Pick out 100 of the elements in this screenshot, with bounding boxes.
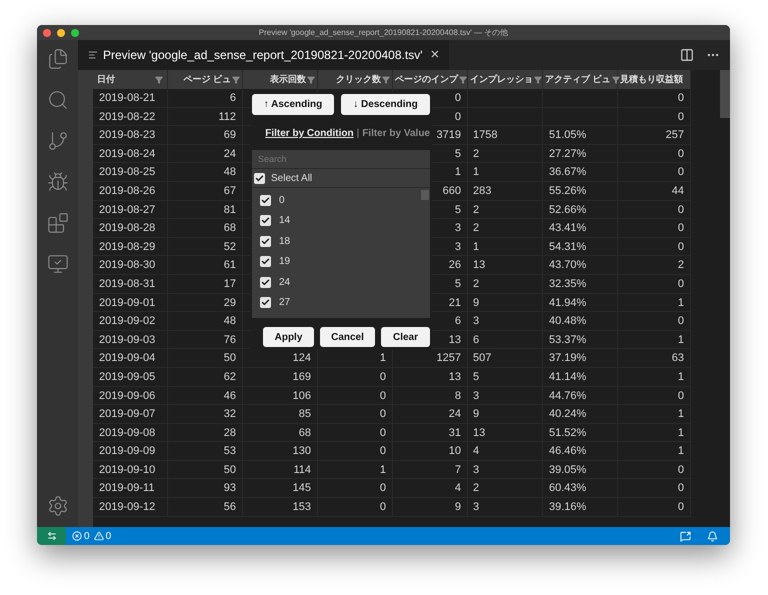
table-cell: 2019-08-27: [99, 204, 156, 216]
table-cell: 68: [224, 222, 236, 234]
table-cell: 6: [473, 334, 480, 346]
table-cell: 32: [224, 408, 236, 420]
checkbox[interactable]: [260, 297, 271, 308]
column-header[interactable]: 日付: [93, 70, 168, 89]
table-cell: 13: [448, 334, 461, 346]
window-title: Preview 'google_ad_sense_report_20190821-20200408.tsv' — その他: [258, 27, 510, 39]
value-option[interactable]: 14: [279, 213, 290, 228]
column-header[interactable]: クリック数: [318, 70, 393, 89]
list-scrollbar-thumb[interactable]: [421, 190, 429, 200]
table-cell: 46: [224, 390, 236, 402]
sort-button[interactable]: ↓ Descending: [341, 94, 430, 115]
checkbox[interactable]: [260, 276, 271, 288]
table-cell: 2019-09-02: [99, 315, 156, 328]
column-header[interactable]: ページ ビュ: [168, 70, 243, 89]
warning-icon: [94, 531, 104, 541]
scrollbar-thumb[interactable]: [720, 70, 730, 118]
filter-icon[interactable]: [459, 76, 467, 84]
table-cell: 40.24%: [549, 408, 586, 420]
value-option[interactable]: 27: [279, 295, 290, 310]
table-cell: 1: [380, 464, 386, 476]
table-cell: 32.35%: [549, 278, 586, 290]
table-cell: 5: [454, 204, 461, 216]
table-cell: 2019-09-09: [99, 445, 156, 458]
table-cell: 13: [473, 259, 486, 272]
checkbox[interactable]: [260, 194, 271, 206]
filter-icon[interactable]: [307, 76, 315, 84]
table-cell: 0: [678, 390, 684, 402]
files-icon[interactable]: [46, 48, 68, 70]
table-cell: 1: [678, 370, 684, 383]
value-option[interactable]: 18: [279, 234, 290, 249]
close-tab-button[interactable]: ×: [430, 44, 440, 66]
column-header[interactable]: 表示回数: [243, 70, 318, 89]
table-cell: 2019-08-29: [99, 240, 156, 253]
column-header[interactable]: アクティブ ビュ: [543, 70, 618, 89]
error-icon: [72, 531, 82, 541]
column-header[interactable]: ページのインプ: [393, 70, 468, 89]
checkbox[interactable]: [254, 172, 265, 184]
column-header[interactable]: インプレッショ: [468, 70, 543, 89]
table-cell: 10: [448, 445, 461, 458]
value-option[interactable]: 24: [279, 274, 290, 290]
filter-icon[interactable]: [232, 76, 240, 84]
bug-icon[interactable]: [46, 171, 68, 193]
settings-icon[interactable]: [46, 495, 68, 517]
table-cell: 46.46%: [549, 445, 586, 458]
problems-indicator[interactable]: 0 0: [72, 528, 112, 544]
table-cell: 2019-09-06: [99, 390, 156, 402]
table-cell: 26: [448, 259, 461, 272]
table-cell: 36.67%: [549, 166, 586, 178]
search-icon[interactable]: [46, 89, 68, 111]
table-cell: 0: [678, 464, 684, 476]
table-cell: 0: [454, 110, 461, 123]
checkbox[interactable]: [260, 215, 271, 226]
table-cell: 1: [678, 408, 684, 420]
minimize-window-button[interactable]: [57, 28, 65, 36]
table-cell: 169: [292, 370, 311, 383]
value-option[interactable]: 19: [279, 254, 290, 270]
table-cell: 4: [454, 482, 461, 494]
feedback-icon[interactable]: [680, 530, 691, 542]
table-cell: 2019-08-23: [99, 129, 156, 142]
table-cell: 1: [454, 166, 461, 178]
filter-mode-tab[interactable]: Filter by Value: [362, 126, 430, 141]
table-cell: 21: [448, 296, 461, 309]
table-cell: 0: [678, 315, 684, 328]
table-cell: 2019-09-11: [99, 482, 154, 494]
remote-button[interactable]: [37, 527, 66, 545]
blocks-icon[interactable]: [46, 212, 68, 234]
sort-button[interactable]: ↑ Ascending: [252, 94, 334, 115]
zoom-window-button[interactable]: [71, 28, 79, 36]
branch-icon[interactable]: [46, 130, 68, 152]
filter-mode-tab[interactable]: Filter by Condition: [265, 126, 354, 141]
action-button[interactable]: Apply: [263, 327, 314, 347]
table-cell: 145: [292, 482, 311, 494]
editor-tab[interactable]: Preview 'google_ad_sense_report_20190821-20200408.tsv' ×: [78, 40, 450, 70]
notification-icon[interactable]: [707, 530, 718, 542]
value-option[interactable]: 0: [279, 192, 285, 208]
action-button[interactable]: Cancel: [320, 327, 375, 347]
close-window-button[interactable]: [43, 28, 51, 36]
filter-icon[interactable]: [155, 76, 163, 84]
select-all-label[interactable]: Select All: [271, 170, 312, 186]
filter-icon[interactable]: [382, 76, 390, 84]
table-cell: 56: [224, 501, 236, 514]
monitor-icon[interactable]: [46, 253, 68, 275]
table-cell: 2019-09-05: [99, 370, 156, 383]
column-header[interactable]: 見積もり収益額: [618, 70, 691, 89]
action-button[interactable]: Clear: [381, 327, 430, 347]
checkbox[interactable]: [260, 236, 271, 247]
table-cell: 48: [224, 315, 236, 328]
filter-icon[interactable]: [534, 76, 542, 84]
table-cell: 76: [224, 334, 236, 346]
filter-icon[interactable]: [612, 76, 620, 84]
table-cell: 85: [298, 408, 311, 420]
table-cell: 39.05%: [549, 464, 586, 476]
table-cell: 1: [678, 334, 684, 346]
split-editor-icon[interactable]: [680, 48, 694, 62]
table-cell: 0: [678, 278, 684, 290]
table-cell: 43.70%: [549, 259, 586, 272]
checkbox[interactable]: [260, 256, 271, 268]
table-cell: 41.14%: [549, 370, 586, 383]
